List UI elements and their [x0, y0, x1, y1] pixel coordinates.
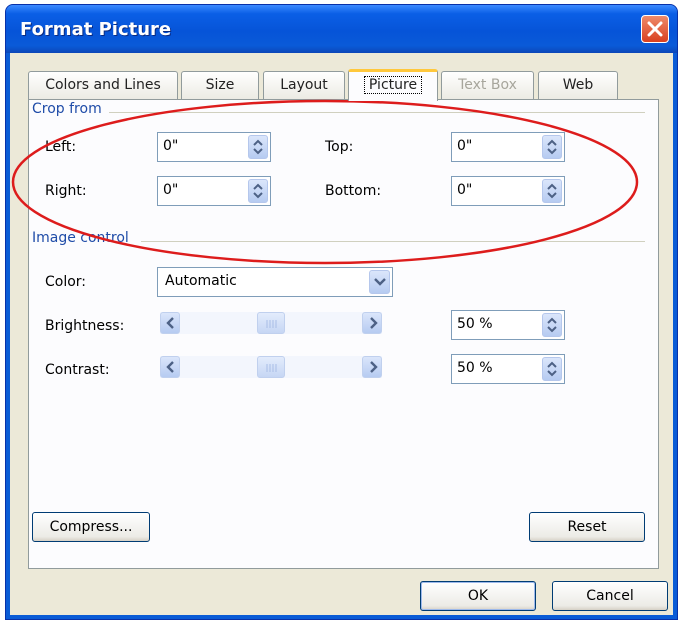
ok-button[interactable]: OK: [420, 581, 536, 611]
crop-right-spin-button[interactable]: [248, 179, 268, 203]
picture-tab-panel: Crop from Left: 0" Top: 0" Right: 0" Bot…: [28, 99, 659, 569]
contrast-label: Contrast:: [45, 362, 110, 378]
left-label: Left:: [45, 139, 77, 155]
contrast-decrease-button[interactable]: [160, 356, 180, 378]
crop-top-value[interactable]: 0": [457, 138, 472, 154]
contrast-slider-thumb[interactable]: [257, 356, 285, 378]
spin-arrows-icon: [547, 139, 557, 155]
contrast-increase-button[interactable]: [362, 356, 382, 378]
top-label: Top:: [325, 139, 354, 155]
brightness-decrease-button[interactable]: [160, 312, 180, 334]
contrast-spin-button[interactable]: [542, 357, 562, 381]
brightness-increase-button[interactable]: [362, 312, 382, 334]
tab-web[interactable]: Web: [538, 71, 618, 99]
tab-label: Picture: [363, 76, 423, 94]
crop-top-spinner[interactable]: 0": [451, 132, 565, 162]
spin-arrows-icon: [253, 183, 263, 199]
crop-divider: [109, 112, 645, 113]
color-label: Color:: [45, 274, 87, 290]
color-dropdown[interactable]: Automatic: [157, 267, 393, 297]
tab-label: Text Box: [458, 77, 517, 93]
brightness-value[interactable]: 50 %: [457, 316, 493, 332]
compress-button[interactable]: Compress...: [32, 512, 150, 542]
brightness-slider[interactable]: [160, 312, 382, 334]
tab-strip: Colors and Lines Size Layout Picture Tex…: [28, 69, 668, 101]
spin-arrows-icon: [547, 183, 557, 199]
chevron-right-icon: [370, 317, 378, 329]
tab-label: Web: [562, 77, 594, 93]
brightness-slider-thumb[interactable]: [257, 312, 285, 334]
tab-label: Colors and Lines: [45, 77, 161, 93]
chevron-down-icon: [374, 278, 386, 286]
spin-arrows-icon: [253, 139, 263, 155]
crop-from-label: Crop from: [32, 101, 102, 117]
color-dropdown-button[interactable]: [369, 270, 390, 294]
crop-bottom-spinner[interactable]: 0": [451, 176, 565, 206]
grip-icon: [266, 364, 277, 372]
bottom-label: Bottom:: [325, 183, 382, 199]
crop-left-spinner[interactable]: 0": [157, 132, 271, 162]
tab-colors-and-lines[interactable]: Colors and Lines: [28, 71, 178, 99]
format-picture-dialog: Format Picture Colors and Lines Size Lay…: [5, 4, 678, 620]
brightness-label: Brightness:: [45, 318, 125, 334]
crop-bottom-value[interactable]: 0": [457, 182, 472, 198]
image-control-divider: [141, 241, 645, 242]
close-button[interactable]: [641, 15, 669, 43]
color-dropdown-value: Automatic: [165, 273, 237, 289]
chevron-left-icon: [166, 317, 174, 329]
crop-right-value[interactable]: 0": [163, 182, 178, 198]
chevron-left-icon: [166, 361, 174, 373]
right-label: Right:: [45, 183, 87, 199]
contrast-spinner[interactable]: 50 %: [451, 354, 565, 384]
tab-label: Size: [205, 77, 235, 93]
contrast-slider[interactable]: [160, 356, 382, 378]
tab-picture[interactable]: Picture: [348, 69, 438, 101]
chevron-right-icon: [370, 361, 378, 373]
tab-size[interactable]: Size: [181, 71, 259, 99]
spin-arrows-icon: [547, 361, 557, 377]
crop-bottom-spin-button[interactable]: [542, 179, 562, 203]
cancel-button[interactable]: Cancel: [552, 581, 668, 611]
tab-text-box: Text Box: [441, 71, 534, 99]
crop-top-spin-button[interactable]: [542, 135, 562, 159]
tab-label: Layout: [280, 77, 328, 93]
crop-right-spinner[interactable]: 0": [157, 176, 271, 206]
grip-icon: [266, 320, 277, 328]
reset-button[interactable]: Reset: [529, 512, 645, 542]
brightness-spinner[interactable]: 50 %: [451, 310, 565, 340]
tab-layout[interactable]: Layout: [263, 71, 345, 99]
close-icon: [647, 21, 663, 37]
title-bar[interactable]: Format Picture: [6, 5, 677, 53]
crop-left-value[interactable]: 0": [163, 138, 178, 154]
dialog-title: Format Picture: [20, 19, 172, 40]
crop-left-spin-button[interactable]: [248, 135, 268, 159]
dialog-client-area: Colors and Lines Size Layout Picture Tex…: [10, 53, 673, 615]
spin-arrows-icon: [547, 317, 557, 333]
contrast-value[interactable]: 50 %: [457, 360, 493, 376]
brightness-spin-button[interactable]: [542, 313, 562, 337]
image-control-label: Image control: [32, 230, 129, 246]
